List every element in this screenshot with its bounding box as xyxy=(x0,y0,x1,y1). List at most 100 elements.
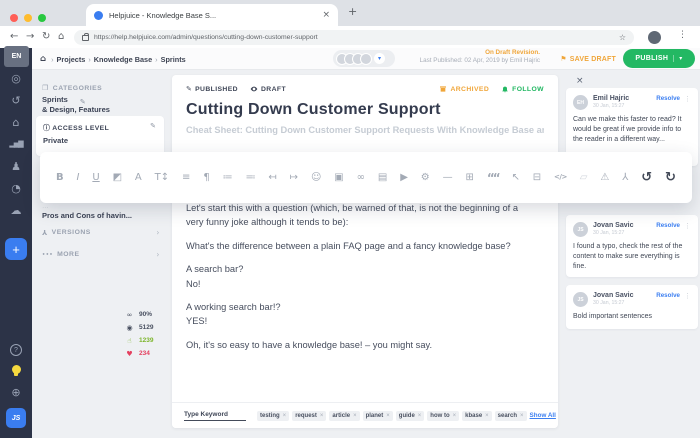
comment-card[interactable]: JS Jovan Savic 30 Jan, 15:27 Resolve ⋮ I… xyxy=(566,215,698,277)
table-icon[interactable]: ⊞ xyxy=(466,173,474,183)
home-icon[interactable]: ⌂ xyxy=(40,54,46,64)
url-text[interactable]: https://help.helpjuice.com/admin/questio… xyxy=(94,34,613,41)
idea-icon[interactable] xyxy=(12,365,21,374)
users-icon[interactable]: ♟ xyxy=(11,160,21,173)
text-color-icon[interactable]: A xyxy=(135,173,142,183)
outdent-icon[interactable]: ↤ xyxy=(268,173,276,183)
related-article-link[interactable]: Pros and Cons of havin... xyxy=(42,211,132,221)
category-item[interactable]: Sprints xyxy=(42,95,110,105)
remove-tag-icon[interactable]: × xyxy=(353,413,357,419)
tag-pill[interactable]: planet× xyxy=(363,411,393,421)
help-icon[interactable]: ? xyxy=(10,344,22,356)
more-row[interactable]: ••• MORE › xyxy=(42,250,160,259)
remove-tag-icon[interactable]: × xyxy=(386,413,390,419)
publish-button[interactable]: PUBLISH ▾ xyxy=(623,49,695,68)
zoom-window-button[interactable] xyxy=(38,14,46,22)
remove-tag-icon[interactable]: × xyxy=(485,413,489,419)
emoji-icon[interactable]: ☺ xyxy=(311,173,321,183)
folder-icon[interactable]: ⊟ xyxy=(533,173,541,183)
history-icon[interactable]: ↺ xyxy=(11,94,20,107)
quote-icon[interactable]: ““ xyxy=(487,172,499,184)
tag-pill[interactable]: guide× xyxy=(396,411,425,421)
tag-pill[interactable]: kbase× xyxy=(462,411,492,421)
remove-tag-icon[interactable]: × xyxy=(418,413,422,419)
code-icon[interactable]: </> xyxy=(554,174,567,181)
tag-pill[interactable]: how to× xyxy=(427,411,459,421)
video-icon[interactable]: ▶ xyxy=(400,173,408,183)
breadcrumb-item[interactable]: ›Sprints xyxy=(152,55,186,64)
merge-icon[interactable]: ⅄ xyxy=(622,173,628,183)
close-comments-icon[interactable]: × xyxy=(576,76,584,86)
clear-format-icon[interactable]: ▱ xyxy=(580,173,588,183)
remove-tag-icon[interactable]: × xyxy=(520,413,524,419)
back-icon[interactable]: ← xyxy=(10,31,18,42)
fill-color-icon[interactable]: ◩ xyxy=(113,173,122,183)
draft-toggle[interactable]: DRAFT xyxy=(250,85,286,93)
browser-home-icon[interactable]: ⌂ xyxy=(58,31,64,42)
resolve-link[interactable]: Resolve xyxy=(656,222,680,229)
widget-icon[interactable]: ⚙ xyxy=(421,173,430,183)
access-level-value[interactable]: Private xyxy=(43,136,68,146)
bookmark-star-icon[interactable]: ☆ xyxy=(619,33,626,42)
logo-icon[interactable]: ◎ xyxy=(11,72,21,85)
analytics-icon[interactable]: ▂▅▇ xyxy=(9,138,22,151)
tag-pill[interactable]: article× xyxy=(329,411,359,421)
article-body[interactable]: Let's start this with a question (which,… xyxy=(186,201,528,361)
keyword-input[interactable]: Type Keyword xyxy=(184,411,246,421)
archived-button[interactable]: ARCHIVED xyxy=(439,85,489,93)
comment-card[interactable]: JS Jovan Savic 30 Jan, 15:27 Resolve ⋮ B… xyxy=(566,285,698,329)
address-bar[interactable]: https://help.helpjuice.com/admin/questio… xyxy=(74,30,634,45)
remove-tag-icon[interactable]: × xyxy=(283,413,287,419)
user-avatar[interactable]: JS xyxy=(6,408,26,428)
paragraph-icon[interactable]: ¶ xyxy=(203,173,209,183)
browser-profile-avatar[interactable] xyxy=(648,31,661,44)
language-badge[interactable]: EN xyxy=(4,46,29,67)
comment-menu-icon[interactable]: ⋮ xyxy=(684,222,691,230)
cursor-icon[interactable]: ↖ xyxy=(511,173,519,183)
indent-icon[interactable]: ↦ xyxy=(290,173,298,183)
resolve-link[interactable]: Resolve xyxy=(656,292,680,299)
unordered-list-icon[interactable]: ≕ xyxy=(245,173,255,183)
home-icon[interactable]: ⌂ xyxy=(13,116,20,129)
tag-pill[interactable]: search× xyxy=(495,411,527,421)
browser-tab[interactable]: Helpjuice - Knowledge Base S... × xyxy=(86,4,338,26)
font-size-icon[interactable]: T↕ xyxy=(155,173,170,183)
underline-icon[interactable]: U xyxy=(92,173,99,183)
breadcrumb-item[interactable]: ›Knowledge Base xyxy=(85,55,152,64)
minimize-window-button[interactable] xyxy=(24,14,32,22)
align-icon[interactable]: ≡ xyxy=(182,173,190,183)
category-item[interactable]: & Design, Features xyxy=(42,105,110,115)
publish-chevron-icon[interactable]: ▾ xyxy=(673,55,682,62)
remove-tag-icon[interactable]: × xyxy=(320,413,324,419)
add-new-button[interactable]: + xyxy=(5,238,27,260)
resolve-link[interactable]: Resolve xyxy=(656,95,680,102)
close-window-button[interactable] xyxy=(10,14,18,22)
file-icon[interactable]: ▤ xyxy=(378,173,387,183)
follow-button[interactable]: FOLLOW xyxy=(501,85,544,93)
close-tab-icon[interactable]: × xyxy=(322,10,330,20)
tag-pill[interactable]: request× xyxy=(292,411,326,421)
tag-pill[interactable]: testing× xyxy=(257,411,289,421)
horizontal-rule-icon[interactable]: — xyxy=(443,173,453,183)
comment-menu-icon[interactable]: ⋮ xyxy=(684,292,691,300)
article-title[interactable]: Cutting Down Customer Support xyxy=(186,101,441,119)
italic-icon[interactable]: I xyxy=(77,173,80,183)
bold-icon[interactable]: B xyxy=(56,173,64,183)
image-icon[interactable]: ▣ xyxy=(334,173,343,183)
cloud-upload-icon[interactable]: ☁ xyxy=(11,204,22,217)
reload-icon[interactable]: ↻ xyxy=(42,31,50,42)
article-subtitle[interactable]: Cheat Sheet: Cutting Down Customer Suppo… xyxy=(186,125,544,135)
ordered-list-icon[interactable]: ≔ xyxy=(223,173,233,183)
show-all-link[interactable]: Show All xyxy=(530,412,556,419)
browser-menu-icon[interactable]: ⋮ xyxy=(678,30,687,40)
breadcrumb-item[interactable]: ›Projects xyxy=(48,55,85,64)
new-tab-button[interactable]: + xyxy=(348,5,357,18)
link-icon[interactable]: ∞ xyxy=(357,173,365,183)
traffic-lights[interactable] xyxy=(10,9,52,27)
warning-icon[interactable]: ⚠ xyxy=(600,173,609,183)
globe-icon[interactable]: ⊕ xyxy=(11,386,20,399)
reports-icon[interactable]: ◔ xyxy=(11,182,21,195)
versions-row[interactable]: ⅄ VERSIONS › xyxy=(42,228,160,237)
edit-access-icon[interactable]: ✎ xyxy=(150,122,156,130)
redo-icon[interactable]: ↻ xyxy=(665,171,676,184)
